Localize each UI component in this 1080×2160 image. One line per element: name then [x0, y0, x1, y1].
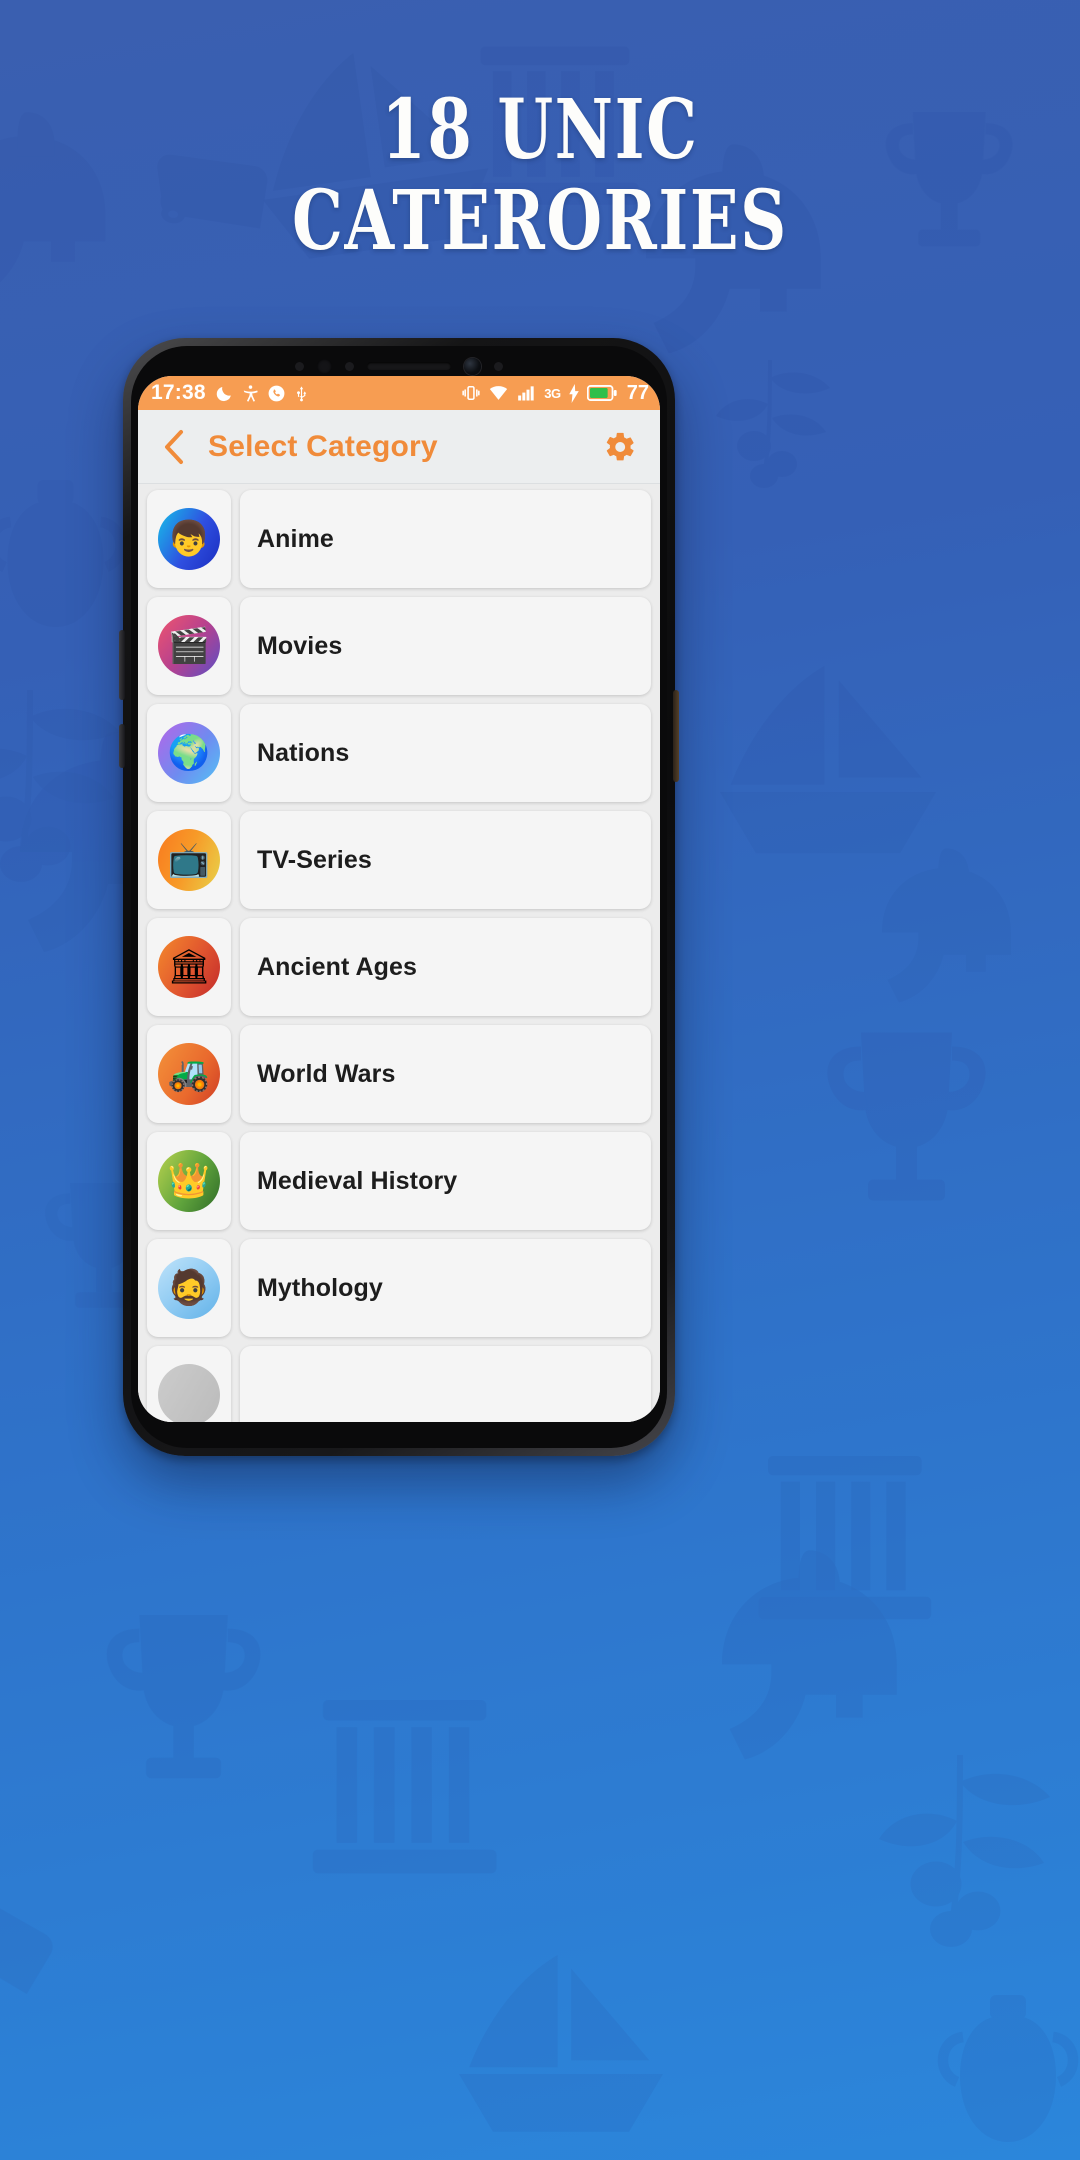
vibrate-icon [461, 383, 481, 403]
phone-bezel: 17:38 3G 77 Select Category 👦 Anime 🎬 Mo… [131, 346, 667, 1448]
gear-icon [606, 432, 634, 460]
accessibility-icon [241, 384, 260, 403]
status-bar: 17:38 3G 77 [138, 376, 660, 410]
category-label-button[interactable]: TV-Series [240, 811, 651, 909]
promo-headline: 18 UNIC CATERORIES [0, 82, 1080, 270]
proximity-sensor-icon [317, 358, 332, 374]
category-list[interactable]: 👦 Anime 🎬 Movies 🌍 Nations 📺 TV-Series 🏛 Ancient … [138, 484, 660, 1422]
category-label-button[interactable]: Medieval History [240, 1132, 651, 1230]
charging-bolt-icon [568, 383, 580, 403]
promo-canvas: 18 UNIC CATERORIES 17:38 3G 77 Select Ca… [0, 0, 1080, 2160]
category-emblem-icon [158, 1364, 220, 1422]
category-icon-button[interactable]: 🎬 [147, 597, 231, 695]
category-row[interactable]: 🏛 Ancient Ages [147, 918, 651, 1016]
status-clock: 17:38 [151, 381, 206, 404]
category-icon-button[interactable]: 🏛 [147, 918, 231, 1016]
category-row[interactable]: 👦 Anime [147, 490, 651, 588]
moon-icon [215, 384, 234, 403]
category-label: Movies [257, 631, 343, 660]
category-emblem-icon: 👑 [158, 1150, 220, 1212]
category-label-button[interactable]: Movies [240, 597, 651, 695]
network-type-label: 3G [544, 385, 561, 401]
category-icon-button[interactable] [147, 1346, 231, 1422]
battery-icon [586, 384, 617, 402]
volume-button[interactable] [119, 630, 125, 700]
light-sensor-icon [345, 361, 354, 371]
earpiece-speaker-icon [367, 362, 451, 370]
sensor-dot-icon [295, 361, 304, 371]
category-icon-button[interactable]: 🚜 [147, 1025, 231, 1123]
phone-screen: 17:38 3G 77 Select Category 👦 Anime 🎬 Mo… [138, 376, 660, 1422]
call-icon [267, 384, 286, 403]
phone-device-frame: 17:38 3G 77 Select Category 👦 Anime 🎬 Mo… [119, 338, 679, 1456]
category-label: World Wars [257, 1059, 396, 1088]
category-emblem-icon: 🎬 [158, 615, 220, 677]
category-label: Nations [257, 738, 350, 767]
usb-icon [293, 384, 310, 403]
category-emblem-icon: 🧔 [158, 1257, 220, 1319]
category-emblem-icon: 👦 [158, 508, 220, 570]
wifi-icon [488, 383, 509, 403]
category-row[interactable]: 👑 Medieval History [147, 1132, 651, 1230]
category-label-button[interactable]: Mythology [240, 1239, 651, 1337]
category-row[interactable]: 📺 TV-Series [147, 811, 651, 909]
battery-percent-label: 77 [626, 381, 649, 404]
category-emblem-icon: 📺 [158, 829, 220, 891]
category-icon-button[interactable]: 🌍 [147, 704, 231, 802]
category-label: Ancient Ages [257, 952, 418, 981]
category-emblem-icon: 🚜 [158, 1043, 220, 1105]
category-label-button[interactable]: Anime [240, 490, 651, 588]
category-row[interactable]: 🧔 Mythology [147, 1239, 651, 1337]
back-icon [165, 429, 183, 464]
category-label-button[interactable] [240, 1346, 651, 1422]
category-icon-button[interactable]: 🧔 [147, 1239, 231, 1337]
category-emblem-icon: 🏛 [158, 936, 220, 998]
category-row[interactable]: 🚜 World Wars [147, 1025, 651, 1123]
category-label: TV-Series [257, 845, 372, 874]
category-icon-button[interactable]: 👦 [147, 490, 231, 588]
category-row[interactable]: 🌍 Nations [147, 704, 651, 802]
headline-line-2: CATERORIES [292, 173, 788, 270]
headline-line-1: 18 UNIC [381, 82, 699, 178]
page-title: Select Category [208, 429, 438, 463]
front-camera-icon [464, 357, 481, 375]
category-icon-button[interactable]: 👑 [147, 1132, 231, 1230]
category-label-button[interactable]: World Wars [240, 1025, 651, 1123]
category-label: Medieval History [257, 1166, 458, 1195]
power-button[interactable] [673, 690, 679, 782]
app-bar: Select Category [138, 410, 660, 484]
category-label-button[interactable]: Ancient Ages [240, 918, 651, 1016]
settings-button[interactable] [598, 425, 642, 469]
category-row[interactable] [147, 1346, 651, 1422]
assistant-button[interactable] [119, 724, 125, 768]
category-label: Anime [257, 524, 334, 553]
category-label: Mythology [257, 1273, 383, 1302]
category-emblem-icon: 🌍 [158, 722, 220, 784]
category-row[interactable]: 🎬 Movies [147, 597, 651, 695]
back-button[interactable] [154, 424, 194, 470]
phone-sensor-strip [131, 354, 667, 378]
category-icon-button[interactable]: 📺 [147, 811, 231, 909]
signal-icon [516, 383, 537, 403]
iris-sensor-icon [494, 361, 503, 371]
category-label-button[interactable]: Nations [240, 704, 651, 802]
